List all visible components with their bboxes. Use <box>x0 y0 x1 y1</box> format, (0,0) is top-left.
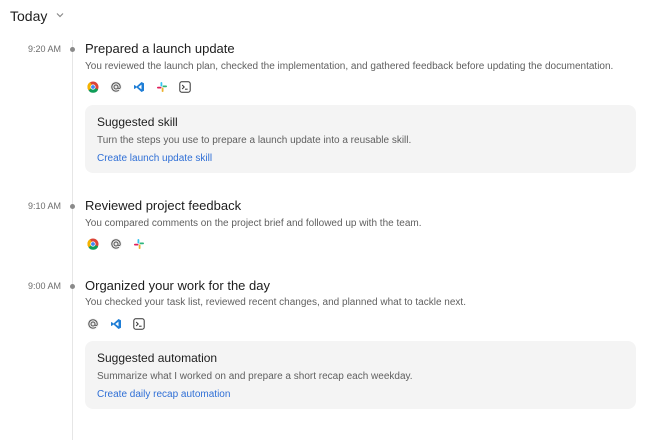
entry-description: You checked your task list, reviewed rec… <box>85 297 466 308</box>
suggestion-title: Suggested skill <box>97 115 178 129</box>
date-filter-dropdown[interactable]: Today <box>10 7 65 25</box>
timeline-line <box>72 40 73 440</box>
mention-icon <box>87 318 99 330</box>
create-skill-link[interactable]: Create launch update skill <box>97 153 212 164</box>
app-icons <box>87 81 191 93</box>
entry-time: 9:00 AM <box>27 281 61 291</box>
entry-title: Organized your work for the day <box>85 278 270 293</box>
chrome-icon <box>87 81 99 93</box>
terminal-icon <box>179 81 191 93</box>
suggestion-card: Suggested automation Summarize what I wo… <box>85 341 636 409</box>
slack-icon <box>133 238 145 250</box>
timeline-dot <box>70 204 75 209</box>
chevron-down-icon <box>55 7 65 25</box>
slack-icon <box>156 81 168 93</box>
timeline-dot <box>70 47 75 52</box>
entry-title: Prepared a launch update <box>85 41 235 56</box>
mention-icon <box>110 81 122 93</box>
suggestion-title: Suggested automation <box>97 351 218 365</box>
entry-time: 9:20 AM <box>27 44 61 54</box>
entry-description: You compared comments on the project bri… <box>85 218 422 229</box>
suggestion-card: Suggested skill Turn the steps you use t… <box>85 105 636 173</box>
terminal-icon <box>133 318 145 330</box>
app-icons <box>87 318 145 330</box>
app-icons <box>87 238 145 250</box>
date-filter-label: Today <box>10 8 48 24</box>
mention-icon <box>110 238 122 250</box>
activity-page: Today 9:20 AM Prepared a launch update Y… <box>0 0 650 440</box>
entry-time: 9:10 AM <box>27 201 61 211</box>
vscode-icon <box>110 318 122 330</box>
timeline-dot <box>70 284 75 289</box>
suggestion-description: Turn the steps you use to prepare a laun… <box>97 135 412 146</box>
suggestion-description: Summarize what I worked on and prepare a… <box>97 371 413 382</box>
chrome-icon <box>87 238 99 250</box>
entry-title: Reviewed project feedback <box>85 198 242 213</box>
vscode-icon <box>133 81 145 93</box>
create-automation-link[interactable]: Create daily recap automation <box>97 389 230 400</box>
entry-description: You reviewed the launch plan, checked th… <box>85 61 614 72</box>
